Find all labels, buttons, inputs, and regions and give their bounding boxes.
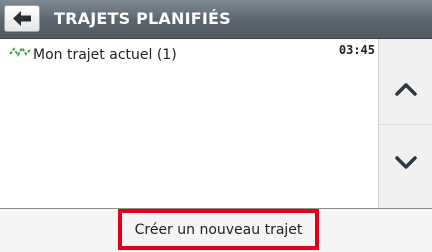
back-button[interactable] [4,5,40,32]
scroll-up-button[interactable] [379,59,432,119]
footer-bar: Créer un nouveau trajet [0,208,432,252]
planned-routes-screen: TRAJETS PLANIFIÉS Mon trajet actuel (1) … [0,0,432,252]
scroll-divider [379,124,432,125]
chevron-down-icon [395,156,417,169]
scroll-down-button[interactable] [379,133,432,193]
header-bar: TRAJETS PLANIFIÉS [0,0,432,39]
scroll-panel [378,39,432,208]
route-zigzag-icon [9,46,31,57]
page-title: TRAJETS PLANIFIÉS [54,9,231,28]
route-list: Mon trajet actuel (1) 03:45 [0,39,378,208]
arrow-left-icon [13,11,31,26]
route-name: Mon trajet actuel (1) [33,47,177,63]
new-route-button[interactable]: Créer un nouveau trajet [118,209,319,250]
new-route-label: Créer un nouveau trajet [134,221,303,238]
list-item[interactable]: Mon trajet actuel (1) 03:45 [0,39,378,73]
route-time: 03:45 [338,43,375,57]
chevron-up-icon [395,83,417,96]
